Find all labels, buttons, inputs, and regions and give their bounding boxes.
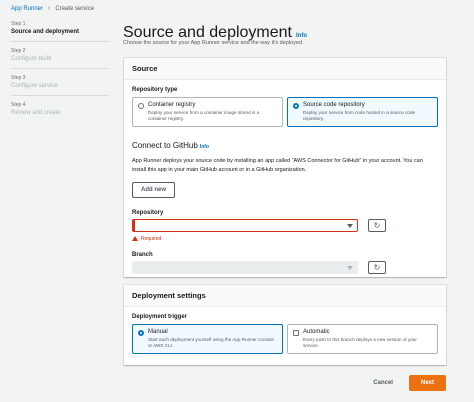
- option-title: Source code repository: [303, 102, 365, 108]
- connect-info-link[interactable]: Info: [200, 144, 209, 150]
- option-description: Start each deployment yourself using the…: [148, 337, 274, 348]
- deployment-settings-panel: Deployment settings Deployment trigger M…: [124, 285, 446, 365]
- step-number: Step 3: [11, 75, 26, 81]
- radio-selected-icon[interactable]: [293, 103, 299, 109]
- connect-github-description: App Runner deploys your source code by i…: [132, 158, 423, 173]
- manual-option[interactable]: Manual Start each deployment yourself us…: [132, 324, 283, 354]
- refresh-branch-button[interactable]: ↻: [368, 260, 386, 274]
- deployment-trigger-options: Manual Start each deployment yourself us…: [132, 324, 438, 354]
- refresh-repository-button[interactable]: ↻: [368, 218, 386, 232]
- repository-error: Required: [132, 236, 438, 242]
- cancel-button[interactable]: Cancel: [367, 376, 399, 390]
- option-title: Manual: [148, 329, 168, 335]
- repository-label: Repository: [132, 209, 164, 216]
- caret-down-icon: [347, 265, 353, 270]
- refresh-icon: ↻: [373, 262, 381, 272]
- option-title: Automatic: [303, 329, 330, 335]
- step-title: Review and create: [11, 110, 61, 116]
- page-description: Choose the source for your App Runner se…: [123, 40, 304, 46]
- info-link[interactable]: Info: [296, 33, 307, 39]
- step-title: Configure build: [11, 56, 109, 69]
- checkbox-icon[interactable]: [293, 330, 299, 336]
- radio-selected-icon[interactable]: [138, 330, 144, 336]
- automatic-option[interactable]: Automatic Every push to this branch depl…: [287, 324, 438, 354]
- radio-icon[interactable]: [138, 103, 144, 109]
- repository-select[interactable]: [132, 218, 358, 232]
- option-description: Deploy your service from a container ima…: [148, 110, 260, 121]
- step-1: Step 1 Source and deployment: [11, 21, 109, 42]
- repository-type-options: Container registry Deploy your service f…: [132, 97, 438, 127]
- source-panel: Source Repository type Container registr…: [124, 58, 446, 277]
- connect-github-title: Connect to GitHub: [132, 141, 198, 150]
- repository-type-label: Repository type: [132, 87, 178, 93]
- connect-github-heading: Connect to GitHub Info: [132, 141, 438, 150]
- step-4: Step 4 Review and create: [11, 102, 109, 122]
- option-title: Container registry: [148, 102, 196, 108]
- caret-down-icon: [347, 223, 353, 228]
- refresh-icon: ↻: [373, 220, 381, 230]
- step-number: Step 1: [11, 21, 26, 27]
- deployment-heading: Deployment settings: [124, 285, 446, 307]
- option-description: Every push to this branch deploys a new …: [303, 337, 417, 348]
- wizard-footer: Cancel Next: [367, 375, 446, 391]
- deployment-trigger-label: Deployment trigger: [132, 314, 188, 320]
- option-description: Deploy your service from code hosted in …: [303, 110, 416, 121]
- branch-select[interactable]: [132, 260, 358, 274]
- step-title: Configure service: [11, 83, 109, 96]
- step-2: Step 2 Configure build: [11, 48, 109, 69]
- required-message: Required: [141, 235, 162, 242]
- step-number: Step 2: [11, 48, 26, 54]
- warning-icon: [132, 236, 138, 242]
- wizard-steps: Step 1 Source and deployment Step 2 Conf…: [11, 21, 109, 128]
- breadcrumb-current: Create service: [55, 5, 95, 12]
- step-title: Source and deployment: [11, 29, 109, 42]
- add-new-button[interactable]: Add new: [132, 181, 175, 198]
- source-heading: Source: [124, 58, 446, 80]
- step-3: Step 3 Configure service: [11, 75, 109, 96]
- source-code-repository-option[interactable]: Source code repository Deploy your servi…: [287, 97, 438, 127]
- branch-label: Branch: [132, 251, 153, 258]
- step-number: Step 4: [11, 102, 26, 108]
- breadcrumb: App Runner › Create service: [11, 5, 94, 12]
- next-button[interactable]: Next: [408, 375, 446, 391]
- chevron-right-icon: ›: [48, 5, 51, 12]
- container-registry-option[interactable]: Container registry Deploy your service f…: [132, 97, 283, 127]
- breadcrumb-app-runner[interactable]: App Runner: [11, 6, 43, 12]
